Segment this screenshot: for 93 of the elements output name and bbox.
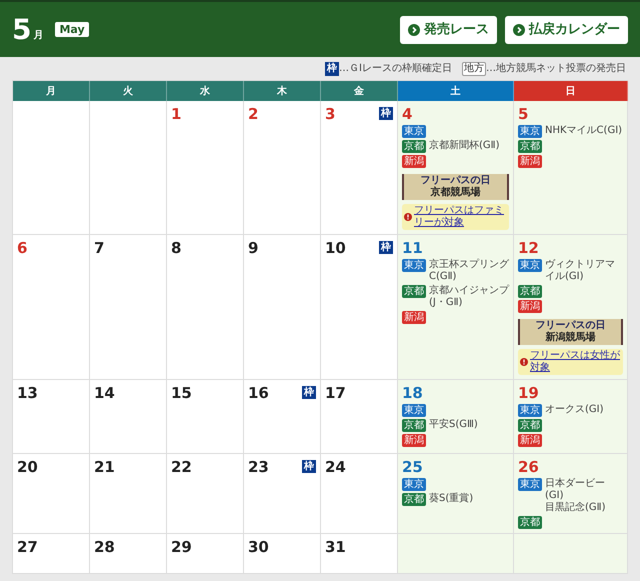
race-name: 平安S(GⅢ) — [429, 419, 478, 431]
venue-tag[interactable]: 東京 — [518, 404, 542, 417]
chiho-badge: 地方 — [462, 62, 486, 76]
day-number: 12 — [518, 239, 539, 257]
day-number: 7 — [94, 239, 104, 257]
alert-icon — [404, 213, 412, 221]
day-number: 27 — [17, 538, 38, 556]
waku-badge: 枠 — [379, 241, 393, 254]
day-number: 15 — [171, 384, 192, 402]
month-number: 5 — [12, 16, 32, 44]
venue-tag[interactable]: 新潟 — [402, 311, 426, 324]
race-name: オークス(GⅠ) — [545, 404, 604, 416]
venue-tag[interactable]: 東京 — [402, 259, 426, 272]
venue-tag[interactable]: 京都 — [518, 419, 542, 432]
day-number: 2 — [248, 105, 258, 123]
venue-tag[interactable]: 東京 — [518, 125, 542, 138]
day-number: 30 — [248, 538, 269, 556]
weekday-header: 水 — [167, 81, 244, 101]
chevron-circle-icon — [513, 24, 525, 36]
weekday-header: 火 — [90, 81, 167, 101]
weekday-header: 日 — [514, 81, 628, 101]
alert-icon — [520, 358, 528, 366]
day-number: 4 — [402, 105, 412, 123]
venue-tag[interactable]: 東京 — [518, 259, 542, 272]
chevron-circle-icon — [408, 24, 420, 36]
venue-tag[interactable]: 京都 — [402, 140, 426, 153]
race-name: 京王杯スプリングC(GⅡ) — [429, 259, 509, 283]
day-number: 31 — [325, 538, 346, 556]
venue-tag[interactable]: 京都 — [402, 419, 426, 432]
weekday-header: 木 — [244, 81, 321, 101]
day-number: 18 — [402, 384, 423, 402]
free-pass-title: フリーパスの日 — [420, 175, 490, 186]
day-number: 21 — [94, 458, 115, 476]
day-number: 10 — [325, 239, 346, 257]
day-number: 16 — [248, 384, 269, 402]
venue-tag[interactable]: 京都 — [402, 285, 426, 298]
race-name: 目黒記念(GⅡ) — [545, 502, 606, 514]
day-number: 19 — [518, 384, 539, 402]
venue-tag[interactable]: 京都 — [518, 516, 542, 529]
venue-tag[interactable]: 新潟 — [518, 300, 542, 313]
day-number: 28 — [94, 538, 115, 556]
venue-tag[interactable]: 新潟 — [402, 434, 426, 447]
day-number: 5 — [518, 105, 528, 123]
waku-badge: 枠 — [325, 62, 340, 76]
race-name: NHKマイルC(GⅠ) — [545, 125, 622, 137]
month-suffix: 月 — [33, 29, 44, 43]
race-name: 京都ハイジャンプ(J・GⅡ) — [429, 285, 509, 309]
waku-badge: 枠 — [302, 386, 316, 399]
day-number: 22 — [171, 458, 192, 476]
day-number: 1 — [171, 105, 182, 123]
race-name: ヴィクトリアマイル(GⅠ) — [545, 259, 616, 283]
nav-button[interactable]: 発売レース — [400, 16, 497, 44]
venue-tag[interactable]: 新潟 — [518, 434, 542, 447]
day-number: 17 — [325, 384, 346, 402]
day-number: 9 — [248, 239, 258, 257]
free-pass-venue: 京都競馬場 — [430, 187, 480, 199]
weekday-header: 土 — [398, 81, 514, 101]
venue-tag[interactable]: 東京 — [518, 478, 542, 491]
race-name: 葵S(重賞) — [429, 493, 474, 505]
day-number: 26 — [518, 458, 539, 476]
day-number: 29 — [171, 538, 192, 556]
waku-badge: 枠 — [379, 107, 393, 120]
day-number: 24 — [325, 458, 346, 476]
legend-text: …ＧⅠレースの枠順確定日 — [339, 62, 452, 76]
race-name: 京都新聞杯(GⅡ) — [429, 140, 500, 152]
free-pass-link[interactable]: フリーパスは女性が対象 — [530, 350, 621, 374]
month-english: May — [55, 22, 89, 37]
day-number: 14 — [94, 384, 115, 402]
free-pass-title: フリーパスの日 — [536, 320, 606, 331]
day-number: 25 — [402, 458, 423, 476]
day-number: 20 — [17, 458, 38, 476]
venue-tag[interactable]: 京都 — [402, 493, 426, 506]
day-number: 3 — [325, 105, 336, 123]
nav-button[interactable]: 払戻カレンダー — [505, 16, 628, 44]
day-number: 11 — [402, 239, 423, 257]
waku-badge: 枠 — [302, 460, 316, 473]
venue-tag[interactable]: 京都 — [518, 140, 542, 153]
day-number: 8 — [171, 239, 182, 257]
free-pass-venue: 新潟競馬場 — [546, 332, 596, 344]
day-number: 6 — [17, 239, 28, 257]
free-pass-link[interactable]: フリーパスはファミリーが対象 — [414, 205, 507, 229]
venue-tag[interactable]: 新潟 — [518, 155, 542, 168]
venue-tag[interactable]: 新潟 — [402, 155, 426, 168]
weekday-header: 月 — [13, 81, 90, 101]
weekday-header: 金 — [321, 81, 398, 101]
venue-tag[interactable]: 東京 — [402, 404, 426, 417]
venue-tag[interactable]: 京都 — [518, 285, 542, 298]
venue-tag[interactable]: 東京 — [402, 478, 426, 491]
venue-tag[interactable]: 東京 — [402, 125, 426, 138]
legend-text: …地方競馬ネット投票の発売日 — [486, 62, 626, 76]
day-number: 23 — [248, 458, 269, 476]
day-number: 13 — [17, 384, 38, 402]
race-name: 日本ダービー(GⅠ) — [545, 478, 606, 502]
